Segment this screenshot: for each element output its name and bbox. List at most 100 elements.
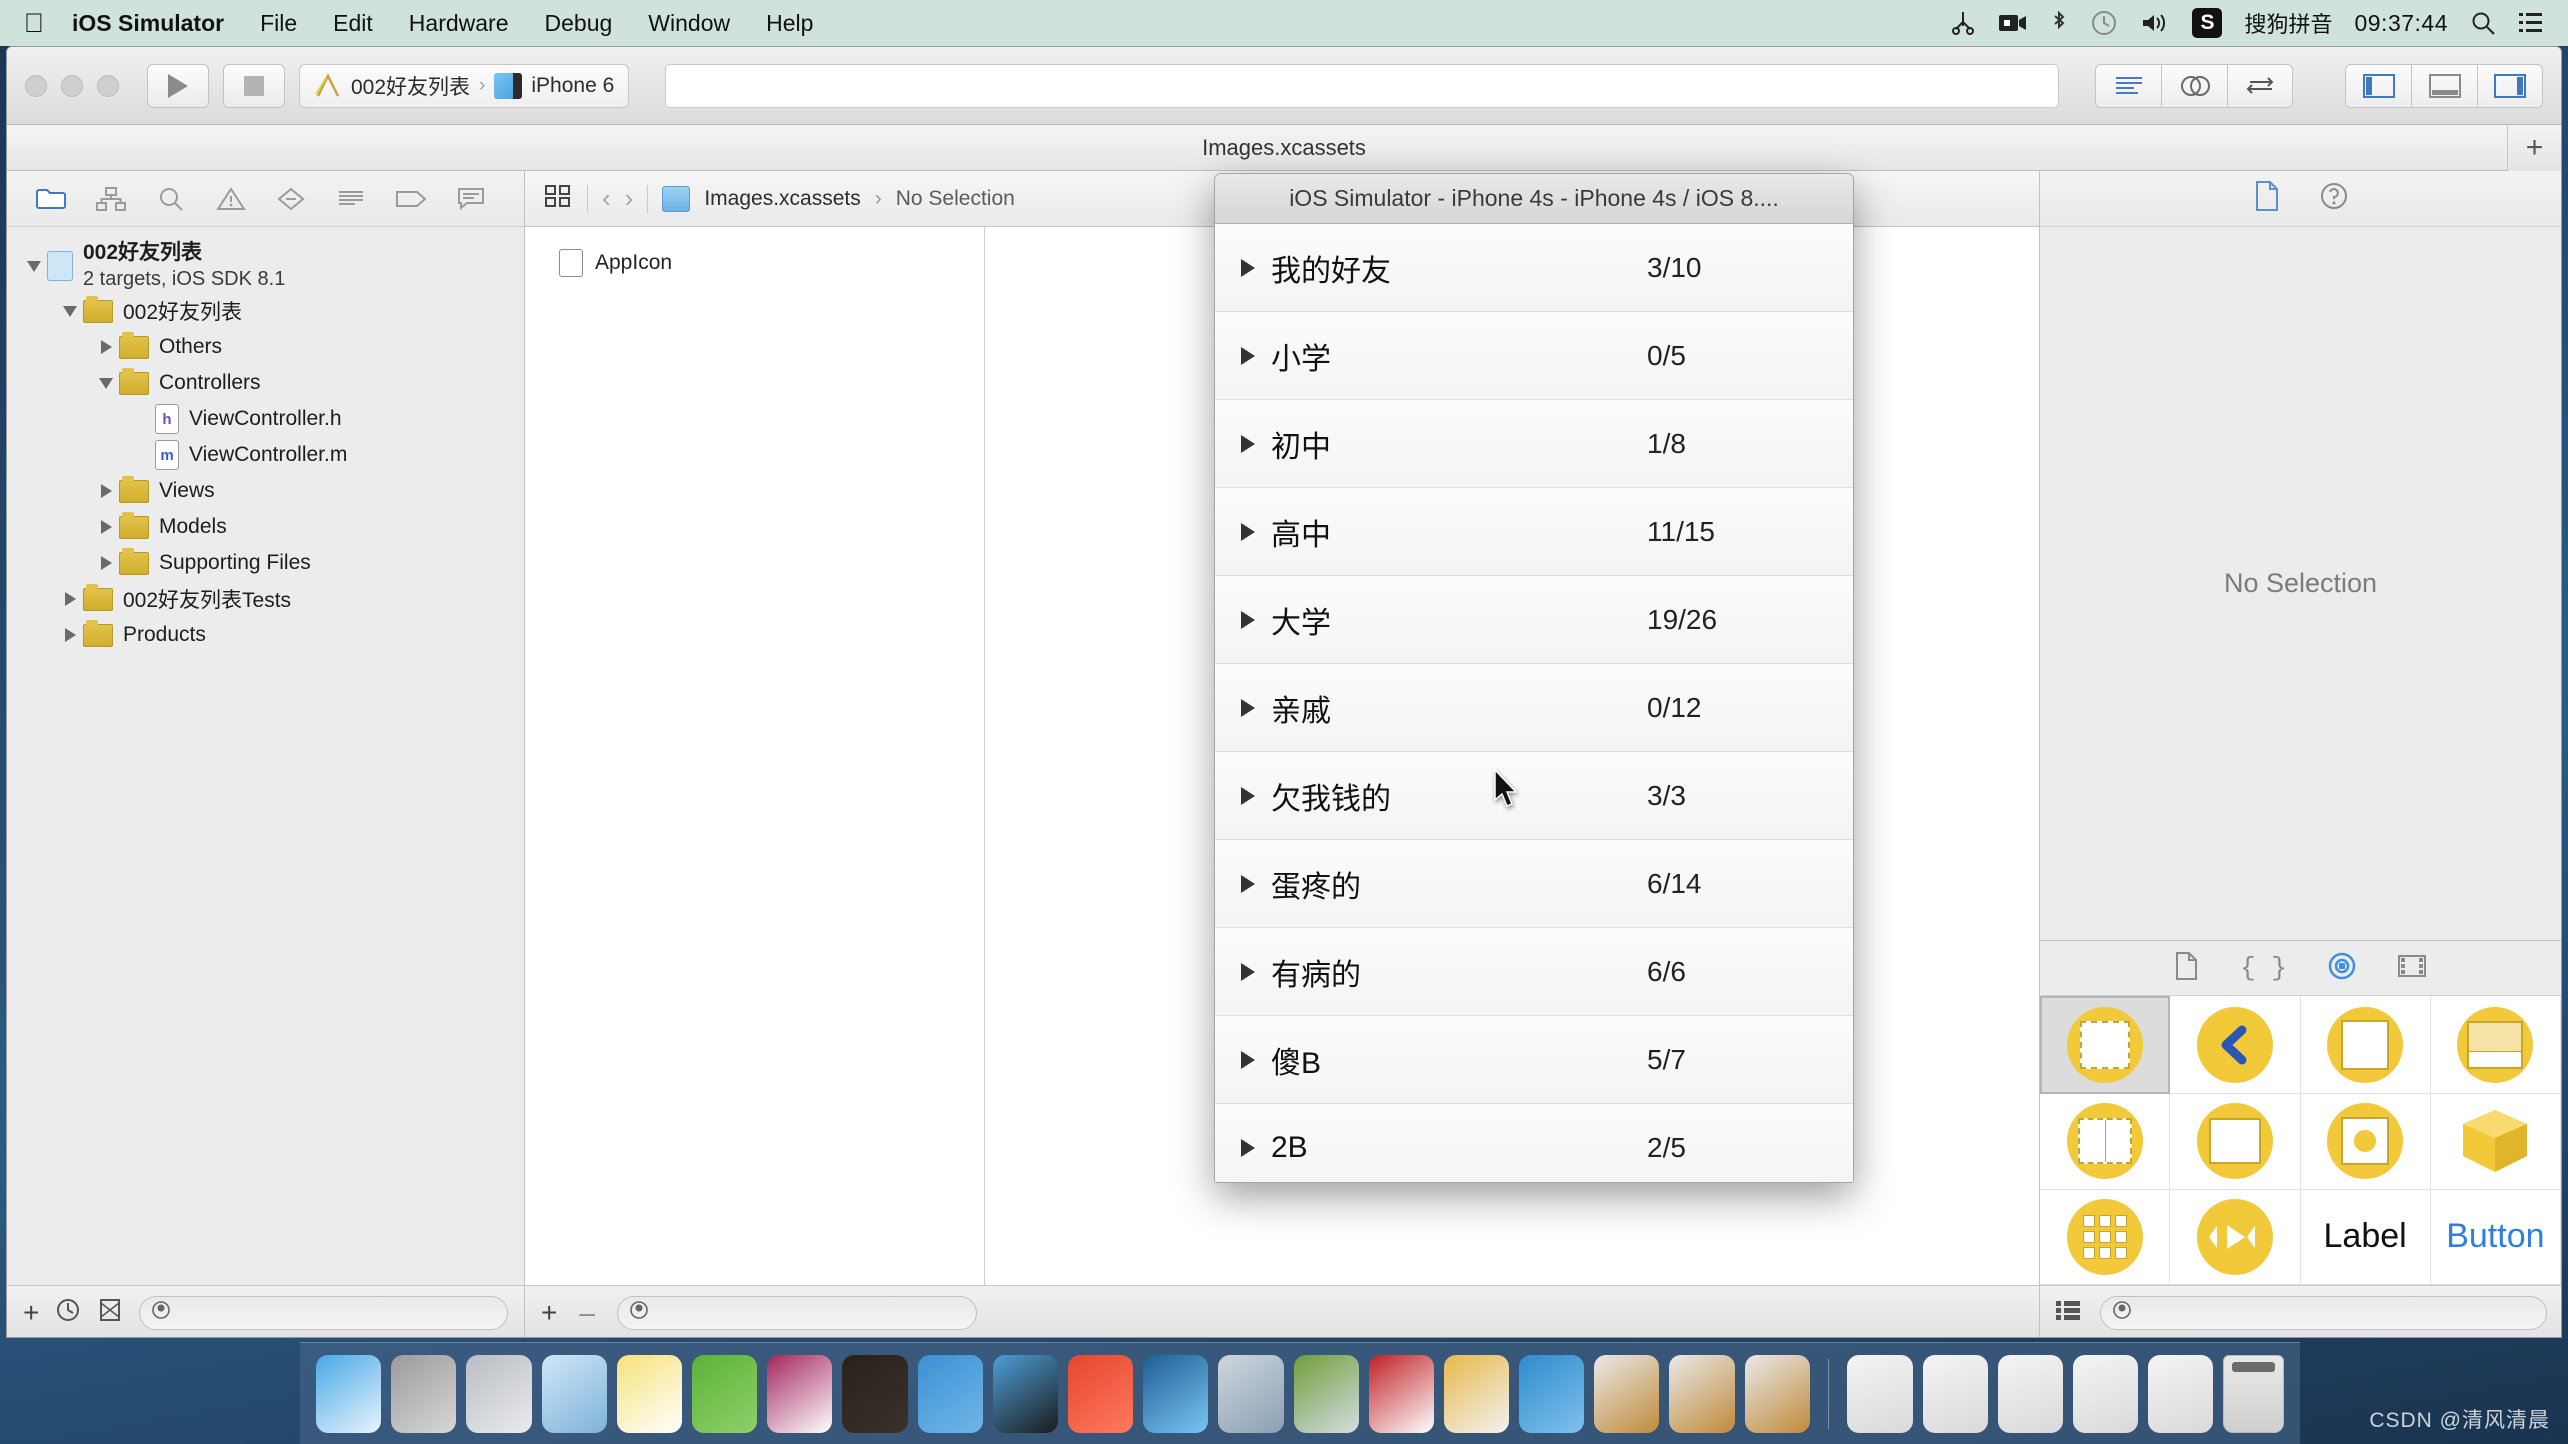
menu-file[interactable]: File (242, 10, 315, 37)
tree-row[interactable]: h ViewController.h (7, 401, 524, 437)
table-row[interactable]: 蛋疼的 6/14 (1215, 840, 1853, 928)
view-object[interactable] (2040, 996, 2171, 1095)
disclosure-triangle-icon[interactable] (1241, 1050, 1271, 1069)
tree-row[interactable]: Others (7, 329, 524, 365)
xcode-alt-icon[interactable] (1594, 1354, 1660, 1433)
split-view-object[interactable] (2040, 1094, 2171, 1190)
remove-asset-button[interactable]: – (579, 1297, 595, 1329)
close-button[interactable] (25, 74, 47, 97)
table-row[interactable]: 高中 11/15 (1215, 488, 1853, 576)
notification-center-icon[interactable] (2518, 11, 2544, 35)
related-items-icon[interactable] (543, 183, 573, 215)
file-inspector-icon[interactable] (2253, 180, 2281, 217)
breadcrumb-selection[interactable]: No Selection (896, 187, 1015, 211)
add-asset-button[interactable]: + (541, 1297, 557, 1329)
recent-window-display[interactable] (2148, 1354, 2214, 1433)
disclosure-triangle-icon[interactable] (1241, 1138, 1271, 1157)
back-button-object[interactable] (2170, 996, 2301, 1095)
system-preferences-icon[interactable] (391, 1354, 457, 1433)
filter-navigator-input[interactable] (139, 1295, 508, 1330)
filter-assets-input[interactable] (616, 1295, 977, 1330)
bluetooth-icon[interactable] (2050, 9, 2068, 37)
table-view-object[interactable] (2300, 996, 2431, 1095)
table-row[interactable]: 我的好友 3/10 (1215, 224, 1853, 312)
stop-button[interactable] (223, 63, 285, 108)
menu-hardware[interactable]: Hardware (391, 10, 527, 37)
navigator-toggle-icon[interactable] (2345, 63, 2411, 108)
menu-app-name[interactable]: iOS Simulator (54, 10, 242, 37)
table-row[interactable]: 亲戚 0/12 (1215, 664, 1853, 752)
activity-view[interactable] (665, 63, 2059, 108)
recent-icon[interactable] (55, 1297, 81, 1328)
list-layout-icon[interactable] (2054, 1298, 2082, 1327)
notes-icon[interactable] (616, 1354, 682, 1433)
utilities-toggle-icon[interactable] (2477, 63, 2543, 108)
scroll-view-object[interactable] (2170, 1094, 2301, 1190)
disclosure-triangle-icon[interactable] (1241, 610, 1271, 629)
assistant-editor-icon[interactable] (2161, 63, 2227, 108)
apple-menu-icon[interactable]:  (14, 9, 54, 37)
wps-icon[interactable] (1519, 1354, 1585, 1433)
safari-icon[interactable] (541, 1354, 607, 1433)
source-control-icon[interactable] (97, 1297, 123, 1328)
menu-window[interactable]: Window (630, 10, 748, 37)
disclosure-triangle-icon[interactable] (1241, 962, 1271, 981)
add-file-button[interactable]: + (23, 1297, 39, 1329)
menu-help[interactable]: Help (748, 10, 831, 37)
list-item[interactable]: AppIcon (559, 249, 984, 277)
breadcrumb-file[interactable]: Images.xcassets (704, 187, 860, 211)
standard-editor-icon[interactable] (2095, 63, 2161, 108)
tree-row[interactable]: 002好友列表 (7, 293, 524, 329)
screen-record-icon[interactable] (1998, 12, 2028, 34)
scheme-selector[interactable]: 002好友列表 › iPhone 6 (299, 63, 630, 108)
disclosure-triangle-closed[interactable] (93, 484, 119, 498)
table-row[interactable]: 2B 2/5 (1215, 1104, 1853, 1182)
tree-row[interactable]: Supporting Files (7, 545, 524, 581)
breakpoint-navigator-icon[interactable] (261, 171, 321, 227)
snagit-icon[interactable] (1143, 1354, 1209, 1433)
run-button[interactable] (147, 63, 209, 108)
comment-navigator-icon[interactable] (441, 171, 501, 227)
issue-navigator-icon[interactable] (201, 171, 261, 227)
table-row[interactable]: 傻B 5/7 (1215, 1016, 1853, 1104)
menubar-clock[interactable]: 09:37:44 (2354, 10, 2448, 37)
filter-library-input[interactable] (2100, 1295, 2547, 1330)
tree-row[interactable]: Views (7, 473, 524, 509)
symbol-navigator-icon[interactable] (81, 171, 141, 227)
disclosure-triangle-icon[interactable] (1241, 786, 1271, 805)
xcode-beta2-icon[interactable] (1744, 1354, 1810, 1433)
table-row[interactable]: 欠我钱的 3/3 (1215, 752, 1853, 840)
disclosure-triangle-icon[interactable] (1241, 698, 1271, 717)
filezilla-icon[interactable] (1368, 1354, 1434, 1433)
excel-icon[interactable] (692, 1354, 758, 1433)
project-navigator-icon[interactable] (21, 171, 81, 227)
back-chevron-icon[interactable]: ‹ (602, 183, 611, 214)
disclosure-triangle-closed[interactable] (57, 628, 83, 642)
disclosure-triangle-open[interactable] (57, 305, 83, 317)
table-view-cell-object[interactable] (2430, 996, 2561, 1095)
disclosure-triangle-icon[interactable] (1241, 346, 1271, 365)
volume-icon[interactable] (2140, 11, 2170, 35)
tree-row[interactable]: Products (7, 617, 524, 653)
xcode-beta-icon[interactable] (1669, 1354, 1735, 1433)
simulator-title-bar[interactable]: iOS Simulator - iPhone 4s - iPhone 4s / … (1215, 174, 1853, 224)
add-tab-button[interactable]: + (2507, 125, 2561, 171)
tag-navigator-icon[interactable] (381, 171, 441, 227)
table-row[interactable]: 有病的 6/6 (1215, 928, 1853, 1016)
zoom-button[interactable] (97, 74, 119, 97)
media-player-object[interactable] (2170, 1189, 2301, 1285)
tree-row[interactable]: m ViewController.m (7, 437, 524, 473)
media-library-icon[interactable] (2397, 953, 2427, 984)
fifo-icon[interactable] (1293, 1354, 1359, 1433)
ios-simulator-icon[interactable] (992, 1354, 1058, 1433)
table-row[interactable]: 小学 0/5 (1215, 312, 1853, 400)
disclosure-triangle-closed[interactable] (93, 520, 119, 534)
disclosure-triangle-icon[interactable] (1241, 258, 1271, 277)
parallels-icon[interactable] (1067, 1354, 1134, 1433)
version-editor-icon[interactable] (2227, 63, 2293, 108)
button-object[interactable]: Button (2430, 1189, 2561, 1285)
time-machine-icon[interactable] (2090, 9, 2118, 37)
disclosure-triangle-open[interactable] (21, 260, 47, 272)
report-navigator-icon[interactable] (321, 171, 381, 227)
graphics-app-icon[interactable] (1443, 1354, 1510, 1433)
